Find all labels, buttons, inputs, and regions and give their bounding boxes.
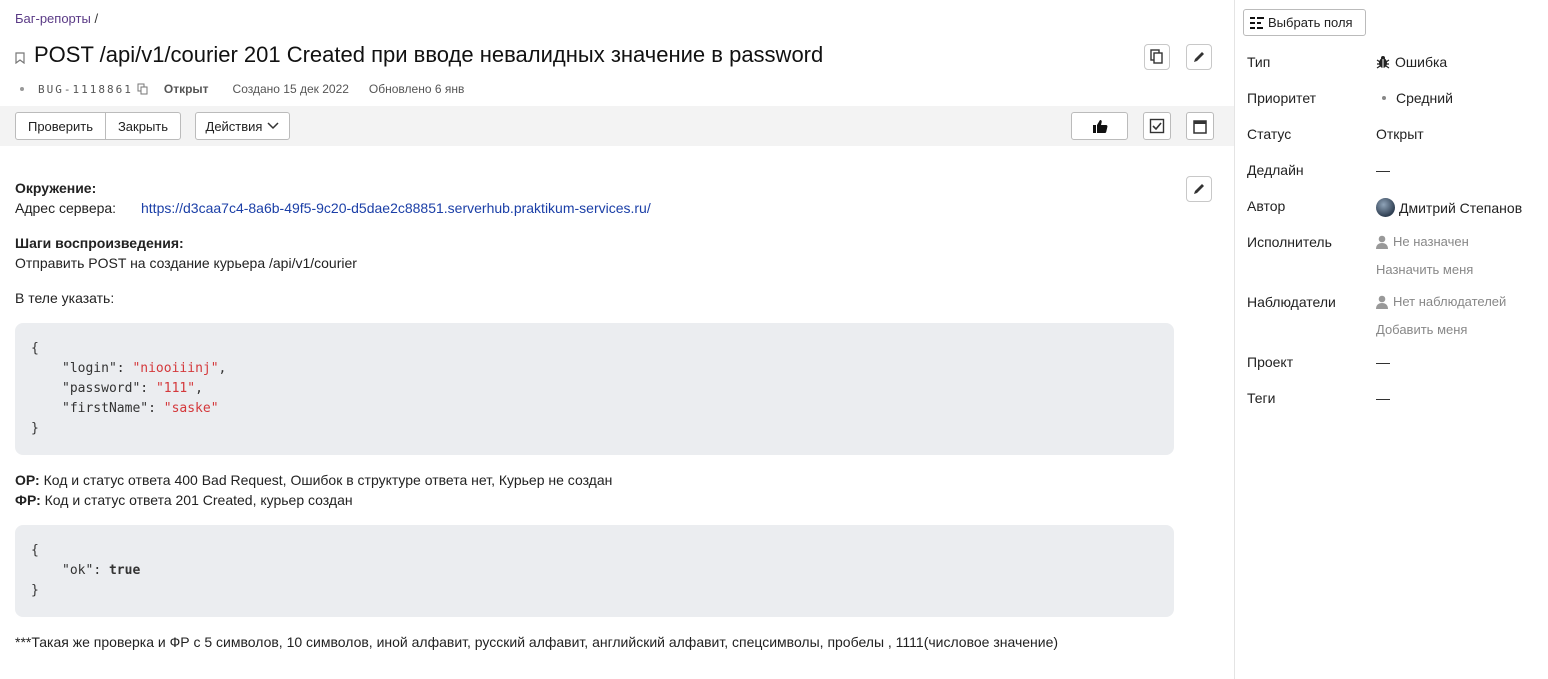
- field-label-priority: Приоритет: [1247, 90, 1317, 106]
- code-keyword: true: [108, 563, 141, 578]
- select-fields-label: Выбрать поля: [1268, 15, 1353, 30]
- copy-link-button[interactable]: [1144, 44, 1170, 70]
- response-code-block: { "ok": true }: [15, 525, 1174, 617]
- issue-meta: BUG-1118861 Открыт Создано 15 дек 2022 О…: [20, 82, 464, 96]
- pencil-icon: [1194, 52, 1204, 62]
- expected-label: ОР:: [15, 472, 40, 488]
- updated-date: Обновлено 6 янв: [368, 82, 465, 96]
- calendar-icon: [1193, 119, 1207, 134]
- field-label-project: Проект: [1247, 354, 1294, 370]
- check-button[interactable]: Проверить: [15, 112, 106, 140]
- field-value-deadline[interactable]: —: [1376, 162, 1390, 178]
- actions-dropdown[interactable]: Действия: [195, 112, 290, 140]
- close-button[interactable]: Закрыть: [105, 112, 181, 140]
- checklist-button[interactable]: [1143, 112, 1171, 140]
- breadcrumb: Баг-репорты /: [15, 11, 98, 26]
- code-string: "niooiiinj": [132, 361, 219, 376]
- code-line: }: [31, 583, 39, 598]
- step-2: В теле указать:: [15, 290, 115, 306]
- avatar: [1376, 198, 1395, 217]
- field-label-type: Тип: [1247, 54, 1271, 70]
- code-line: "password": "111",: [62, 381, 203, 396]
- bookmark-icon[interactable]: [15, 52, 25, 64]
- code-key: "firstName": [62, 401, 149, 416]
- code-string: "saske": [163, 401, 219, 416]
- edit-description-button[interactable]: [1186, 176, 1212, 202]
- like-button[interactable]: [1071, 112, 1128, 140]
- request-code-block: { "login": "niooiiinj", "password": "111…: [15, 323, 1174, 455]
- code-key: "login": [62, 361, 117, 376]
- field-value-priority[interactable]: Средний: [1382, 90, 1453, 106]
- issue-description: Окружение: Адрес сервера: https://d3caa7c…: [15, 178, 1175, 652]
- code-key: "password": [62, 381, 141, 396]
- code-line: "ok": true: [62, 563, 141, 578]
- add-me-link[interactable]: Добавить меня: [1376, 322, 1467, 337]
- env-label: Окружение:: [15, 180, 97, 196]
- field-label-followers: Наблюдатели: [1247, 294, 1336, 310]
- action-toolbar: Проверить Закрыть Действия: [0, 106, 1234, 146]
- priority-value: Средний: [1396, 90, 1453, 106]
- priority-dot: [1382, 96, 1386, 100]
- note-text: ***Такая же проверка и ФР с 5 символов, …: [15, 634, 1059, 650]
- created-date: Создано 15 дек 2022: [232, 82, 349, 96]
- field-label-deadline: Дедлайн: [1247, 162, 1304, 178]
- assign-me-link[interactable]: Назначить меня: [1376, 262, 1473, 277]
- field-value-assignee[interactable]: Не назначен: [1376, 234, 1469, 249]
- breadcrumb-link[interactable]: Баг-репорты: [15, 11, 91, 26]
- assignee-value: Не назначен: [1393, 234, 1469, 249]
- status-badge: Открыт: [163, 82, 209, 96]
- server-url-link[interactable]: https://d3caa7c4-8a6b-49f5-9c20-d5dae2c8…: [141, 200, 651, 216]
- field-label-author: Автор: [1247, 198, 1286, 214]
- field-value-project[interactable]: —: [1376, 354, 1390, 370]
- code-line: "login": "niooiiinj",: [62, 361, 227, 376]
- chevron-down-icon: [267, 122, 280, 130]
- type-value: Ошибка: [1395, 54, 1448, 70]
- code-key: "ok": [62, 563, 94, 578]
- title-row: POST /api/v1/courier 201 Created при вво…: [15, 42, 823, 68]
- select-fields-button[interactable]: Выбрать поля: [1243, 9, 1366, 36]
- field-label-assignee: Исполнитель: [1247, 234, 1332, 250]
- pencil-icon: [1194, 184, 1204, 194]
- user-icon: [1376, 235, 1388, 249]
- priority-dot: [20, 87, 24, 91]
- code-line: {: [31, 543, 39, 558]
- calendar-button[interactable]: [1186, 112, 1214, 140]
- copy-icon: [1150, 49, 1163, 64]
- bug-icon: [1376, 56, 1390, 69]
- code-line: "firstName": "saske": [62, 401, 219, 416]
- actual-label: ФР:: [15, 492, 41, 508]
- code-line: }: [31, 421, 39, 436]
- actions-label: Действия: [205, 118, 263, 134]
- field-label-status: Статус: [1247, 126, 1292, 142]
- code-line: {: [31, 341, 39, 356]
- issue-main: Баг-репорты / POST /api/v1/courier 201 C…: [0, 0, 1234, 679]
- steps-label: Шаги воспроизведения:: [15, 235, 184, 251]
- user-icon: [1376, 295, 1388, 309]
- field-value-author[interactable]: Дмитрий Степанов: [1376, 198, 1522, 217]
- field-value-type[interactable]: Ошибка: [1376, 54, 1447, 70]
- breadcrumb-separator: /: [94, 11, 99, 26]
- code-string: "111": [155, 381, 196, 396]
- field-value-status[interactable]: Открыт: [1376, 126, 1424, 142]
- field-value-followers[interactable]: Нет наблюдателей: [1376, 294, 1506, 309]
- edit-title-button[interactable]: [1186, 44, 1212, 70]
- server-label: Адрес сервера:: [15, 200, 117, 216]
- field-value-tags[interactable]: —: [1376, 390, 1390, 406]
- field-label-tags: Теги: [1247, 390, 1276, 406]
- page-title: POST /api/v1/courier 201 Created при вво…: [34, 42, 824, 67]
- checkbox-icon: [1149, 118, 1165, 134]
- issue-sidebar: Выбрать поля Тип Ошибка Приоритет Средни…: [1234, 0, 1548, 679]
- actual-text: Код и статус ответа 201 Created, курьер …: [44, 492, 353, 508]
- copy-key-icon[interactable]: [137, 83, 148, 95]
- step-1: Отправить POST на создание курьера /api/…: [15, 255, 357, 271]
- issue-key: BUG-1118861: [38, 82, 133, 96]
- fields-icon: [1250, 16, 1264, 29]
- author-name: Дмитрий Степанов: [1399, 199, 1523, 216]
- expected-text: Код и статус ответа 400 Bad Request, Оши…: [43, 472, 613, 488]
- thumbs-up-icon: [1092, 119, 1107, 133]
- followers-value: Нет наблюдателей: [1393, 294, 1507, 309]
